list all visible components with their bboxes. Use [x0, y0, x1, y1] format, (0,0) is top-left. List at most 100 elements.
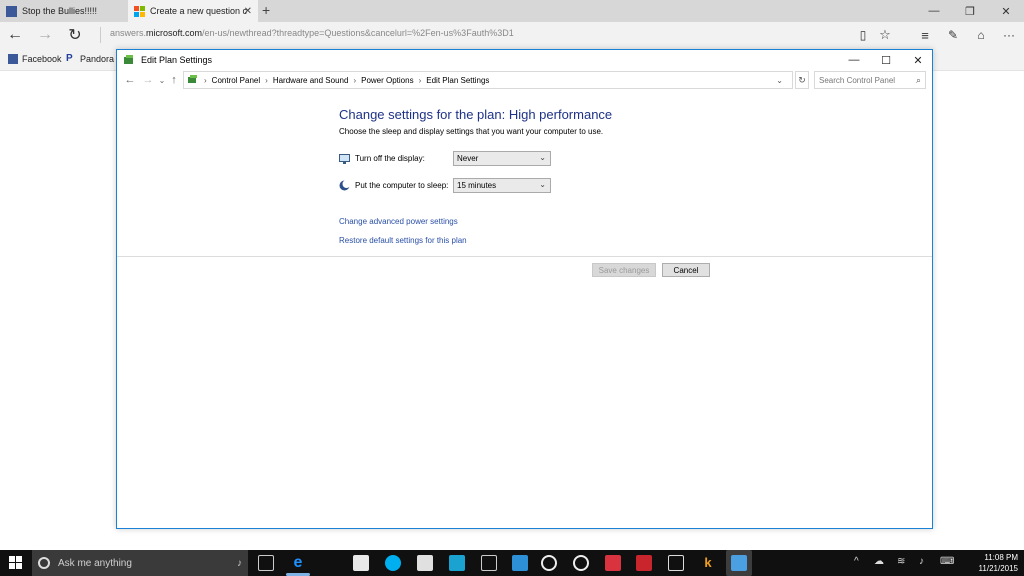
game-icon[interactable]	[636, 555, 652, 571]
tab-label: Stop the Bullies!!!!!	[22, 6, 98, 16]
mail-icon[interactable]	[481, 555, 497, 571]
store-icon[interactable]	[353, 555, 369, 571]
tab-stop-the-bullies[interactable]: Stop the Bullies!!!!!	[0, 0, 127, 22]
address-domain: microsoft.com	[146, 28, 203, 38]
chevron-down-icon: ⌄	[539, 180, 546, 189]
tab-create-question[interactable]: Create a new question c ✕	[128, 0, 258, 22]
start-button[interactable]	[0, 550, 32, 576]
forward-arrow-icon[interactable]: →	[34, 25, 56, 45]
edit-plan-settings-window: Edit Plan Settings — ☐ ✕ ← → ⌄ ↑ › Contr…	[116, 49, 933, 529]
webcam-icon[interactable]	[573, 555, 589, 571]
calendar-icon[interactable]	[668, 555, 684, 571]
chevron-down-icon: ⌄	[539, 153, 546, 162]
photos-icon[interactable]	[417, 555, 433, 571]
sleep-timeout-value: 15 minutes	[457, 181, 497, 190]
breadcrumb-control-panel[interactable]: Control Panel	[212, 76, 260, 85]
clock-date: 11/21/2015	[978, 564, 1018, 573]
chevron-right-icon: ›	[204, 75, 207, 85]
acrobat-icon[interactable]	[605, 555, 621, 571]
cortana-icon	[38, 557, 50, 569]
sleep-timeout-select[interactable]: 15 minutes ⌄	[453, 178, 551, 193]
media-player-icon[interactable]	[541, 555, 557, 571]
close-tab-icon[interactable]: ✕	[244, 6, 252, 17]
close-window-button[interactable]: ✕	[988, 0, 1024, 22]
up-arrow-icon[interactable]: ↑	[167, 74, 181, 86]
favorite-pandora[interactable]: P Pandora	[66, 53, 115, 65]
sleep-label: Put the computer to sleep:	[355, 181, 449, 190]
back-arrow-icon[interactable]: ←	[4, 25, 26, 45]
kindle-icon[interactable]: k	[700, 555, 716, 571]
display-timeout-value: Never	[457, 154, 479, 163]
page-title: Change settings for the plan: High perfo…	[339, 107, 613, 122]
app-icon[interactable]	[449, 555, 465, 571]
minimize-button[interactable]: —	[916, 0, 952, 22]
breadcrumb-folder-icon	[188, 74, 199, 86]
display-label: Turn off the display:	[355, 154, 425, 163]
web-note-icon[interactable]: ✎	[942, 25, 964, 45]
plan-settings-content: Change settings for the plan: High perfo…	[339, 107, 612, 136]
hub-icon[interactable]: ≡	[914, 25, 936, 45]
browser-nav-bar: ← → ↻ answers.microsoft.com/en-us/newthr…	[0, 22, 1024, 49]
refresh-icon[interactable]: ↻	[795, 71, 809, 89]
restore-defaults-link[interactable]: Restore default settings for this plan	[339, 236, 467, 245]
skype-icon[interactable]	[385, 555, 401, 571]
favorite-label: Facebook	[22, 54, 62, 64]
restore-button[interactable]: ❐	[952, 0, 988, 22]
close-button[interactable]: ✕	[903, 50, 933, 70]
system-clock[interactable]: 11:08 PM 11/21/2015	[979, 552, 1018, 574]
wifi-icon[interactable]: ≋	[897, 556, 905, 567]
onedrive-cloud-icon[interactable]: ☁	[874, 556, 884, 567]
back-arrow-icon[interactable]: ←	[121, 74, 139, 86]
more-icon[interactable]: ···	[998, 25, 1020, 45]
window-title-bar: Edit Plan Settings	[117, 50, 932, 70]
new-tab-button[interactable]: +	[262, 2, 270, 18]
search-input[interactable]: Search Control Panel ⌕	[814, 71, 926, 89]
windows-logo-icon	[9, 556, 22, 569]
reading-view-icon[interactable]: ▯	[852, 25, 874, 45]
address-dropdown-icon[interactable]: ⌄	[776, 76, 783, 85]
keyboard-icon[interactable]: ⌨	[940, 556, 954, 567]
favorite-label: Pandora	[80, 54, 115, 64]
edge-browser-icon[interactable]: e	[290, 555, 306, 571]
address-bar[interactable]: answers.microsoft.com/en-us/newthread?th…	[110, 28, 514, 38]
microphone-icon[interactable]: ♪	[237, 558, 242, 569]
address-prefix: answers.	[110, 28, 147, 38]
save-changes-button[interactable]: Save changes	[592, 263, 656, 277]
display-setting-row: Turn off the display:	[339, 153, 455, 164]
chevron-right-icon[interactable]: ›	[353, 76, 356, 85]
volume-icon[interactable]: ♪	[919, 556, 924, 567]
clock-time: 11:08 PM	[984, 553, 1018, 562]
taskbar: Ask me anything ♪ e k ^ ☁ ≋ ♪ ⌨ 11:08 PM…	[0, 550, 1024, 576]
chevron-right-icon[interactable]: ›	[419, 76, 422, 85]
favorite-facebook[interactable]: Facebook	[8, 54, 62, 64]
pandora-icon: P	[66, 53, 73, 64]
breadcrumb-power-options[interactable]: Power Options	[361, 76, 413, 85]
monitor-icon	[339, 153, 350, 164]
settings-icon[interactable]	[512, 555, 528, 571]
minimize-button[interactable]: —	[839, 50, 869, 70]
facebook-icon	[6, 5, 17, 17]
sleep-setting-row: Put the computer to sleep:	[339, 180, 455, 191]
cortana-search-box[interactable]: Ask me anything ♪	[32, 550, 248, 576]
cortana-placeholder: Ask me anything	[58, 557, 132, 569]
forward-arrow-icon[interactable]: →	[139, 74, 157, 86]
address-path: /en-us/newthread?threadtype=Questions&ca…	[202, 28, 514, 38]
address-toolbar: ← → ⌄ ↑ › Control Panel › Hardware and S…	[121, 71, 928, 89]
recent-locations-chevron-icon[interactable]: ⌄	[157, 76, 167, 85]
control-panel-icon	[731, 555, 747, 571]
change-advanced-settings-link[interactable]: Change advanced power settings	[339, 217, 458, 226]
search-icon: ⌕	[915, 75, 921, 85]
chevron-right-icon[interactable]: ›	[265, 76, 268, 85]
task-view-icon[interactable]	[258, 555, 274, 571]
favorite-star-icon[interactable]: ☆	[874, 25, 896, 45]
refresh-icon[interactable]: ↻	[64, 25, 86, 45]
breadcrumb: › Control Panel › Hardware and Sound › P…	[183, 71, 793, 89]
cancel-button[interactable]: Cancel	[662, 263, 710, 277]
show-hidden-icons-chevron-icon[interactable]: ^	[854, 556, 859, 567]
breadcrumb-edit-plan-settings[interactable]: Edit Plan Settings	[426, 76, 489, 85]
breadcrumb-hardware-and-sound[interactable]: Hardware and Sound	[273, 76, 349, 85]
share-icon[interactable]: ⌂	[970, 25, 992, 45]
display-timeout-select[interactable]: Never ⌄	[453, 151, 551, 166]
maximize-button[interactable]: ☐	[871, 50, 901, 70]
tab-label: Create a new question c	[150, 6, 248, 16]
